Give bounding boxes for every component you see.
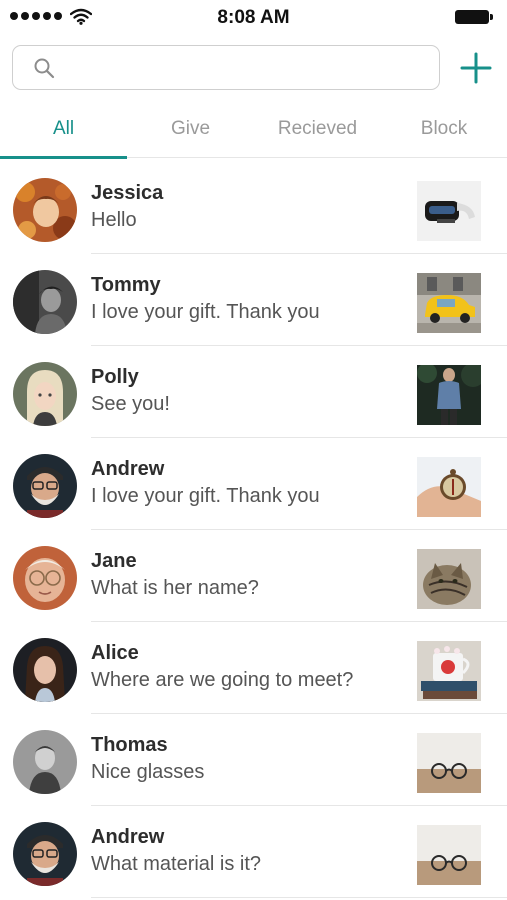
tab-give[interactable]: Give bbox=[127, 118, 254, 140]
tab-recieved[interactable]: Recieved bbox=[254, 118, 381, 140]
avatar bbox=[13, 178, 77, 242]
status-bar: 8:08 AM bbox=[0, 0, 507, 34]
message-preview: Hello bbox=[91, 209, 137, 231]
message-preview: What material is it? bbox=[91, 853, 262, 875]
add-button[interactable] bbox=[456, 50, 496, 86]
status-time: 8:08 AM bbox=[217, 7, 290, 28]
message-preview: Nice glasses bbox=[91, 761, 205, 783]
divider bbox=[91, 345, 507, 346]
battery-icon bbox=[455, 10, 493, 24]
contact-name: Alice bbox=[91, 642, 139, 664]
conversation-item[interactable]: Polly See you! bbox=[0, 354, 507, 446]
message-preview: I love your gift. Thank you bbox=[91, 301, 320, 323]
plus-icon bbox=[460, 52, 492, 84]
contact-name: Andrew bbox=[91, 458, 165, 480]
message-preview: I love your gift. Thank you bbox=[91, 485, 320, 507]
conversation-item[interactable]: Jane What is her name? bbox=[0, 538, 507, 630]
contact-name: Jane bbox=[91, 550, 137, 572]
gift-thumbnail[interactable] bbox=[417, 365, 481, 425]
divider bbox=[91, 621, 507, 622]
message-preview: What is her name? bbox=[91, 577, 259, 599]
gift-thumbnail[interactable] bbox=[417, 181, 481, 241]
avatar bbox=[13, 638, 77, 702]
contact-name: Andrew bbox=[91, 826, 165, 848]
divider bbox=[91, 805, 507, 806]
conversation-item[interactable]: Alice Where are we going to meet? bbox=[0, 630, 507, 722]
divider bbox=[91, 253, 507, 254]
gift-thumbnail[interactable] bbox=[417, 825, 481, 885]
divider bbox=[91, 529, 507, 530]
search-input[interactable] bbox=[67, 46, 427, 89]
gift-thumbnail[interactable] bbox=[417, 273, 481, 333]
divider bbox=[91, 897, 507, 898]
active-tab-indicator bbox=[0, 156, 127, 159]
gift-thumbnail[interactable] bbox=[417, 733, 481, 793]
tab-block[interactable]: Block bbox=[381, 118, 507, 140]
avatar bbox=[13, 454, 77, 518]
contact-name: Jessica bbox=[91, 182, 164, 204]
conversation-item[interactable]: Andrew What material is it? bbox=[0, 814, 507, 900]
tab-all[interactable]: All bbox=[0, 118, 127, 140]
conversation-item[interactable]: Jessica Hello bbox=[0, 170, 507, 262]
message-preview: Where are we going to meet? bbox=[91, 669, 354, 691]
contact-name: Tommy bbox=[91, 274, 161, 296]
contact-name: Thomas bbox=[91, 734, 168, 756]
gift-thumbnail[interactable] bbox=[417, 641, 481, 701]
avatar bbox=[13, 822, 77, 886]
avatar bbox=[13, 546, 77, 610]
avatar bbox=[13, 270, 77, 334]
tab-bar: All Give Recieved Block bbox=[0, 104, 507, 159]
conversation-item[interactable]: Tommy I love your gift. Thank you bbox=[0, 262, 507, 354]
divider bbox=[91, 437, 507, 438]
contact-name: Polly bbox=[91, 366, 139, 388]
gift-thumbnail[interactable] bbox=[417, 457, 481, 517]
avatar bbox=[13, 730, 77, 794]
divider bbox=[91, 713, 507, 714]
gift-thumbnail[interactable] bbox=[417, 549, 481, 609]
search-bar[interactable] bbox=[12, 45, 440, 90]
avatar bbox=[13, 362, 77, 426]
conversation-item[interactable]: Thomas Nice glasses bbox=[0, 722, 507, 814]
message-preview: See you! bbox=[91, 393, 170, 415]
conversation-item[interactable]: Andrew I love your gift. Thank you bbox=[0, 446, 507, 538]
search-icon bbox=[34, 58, 55, 79]
